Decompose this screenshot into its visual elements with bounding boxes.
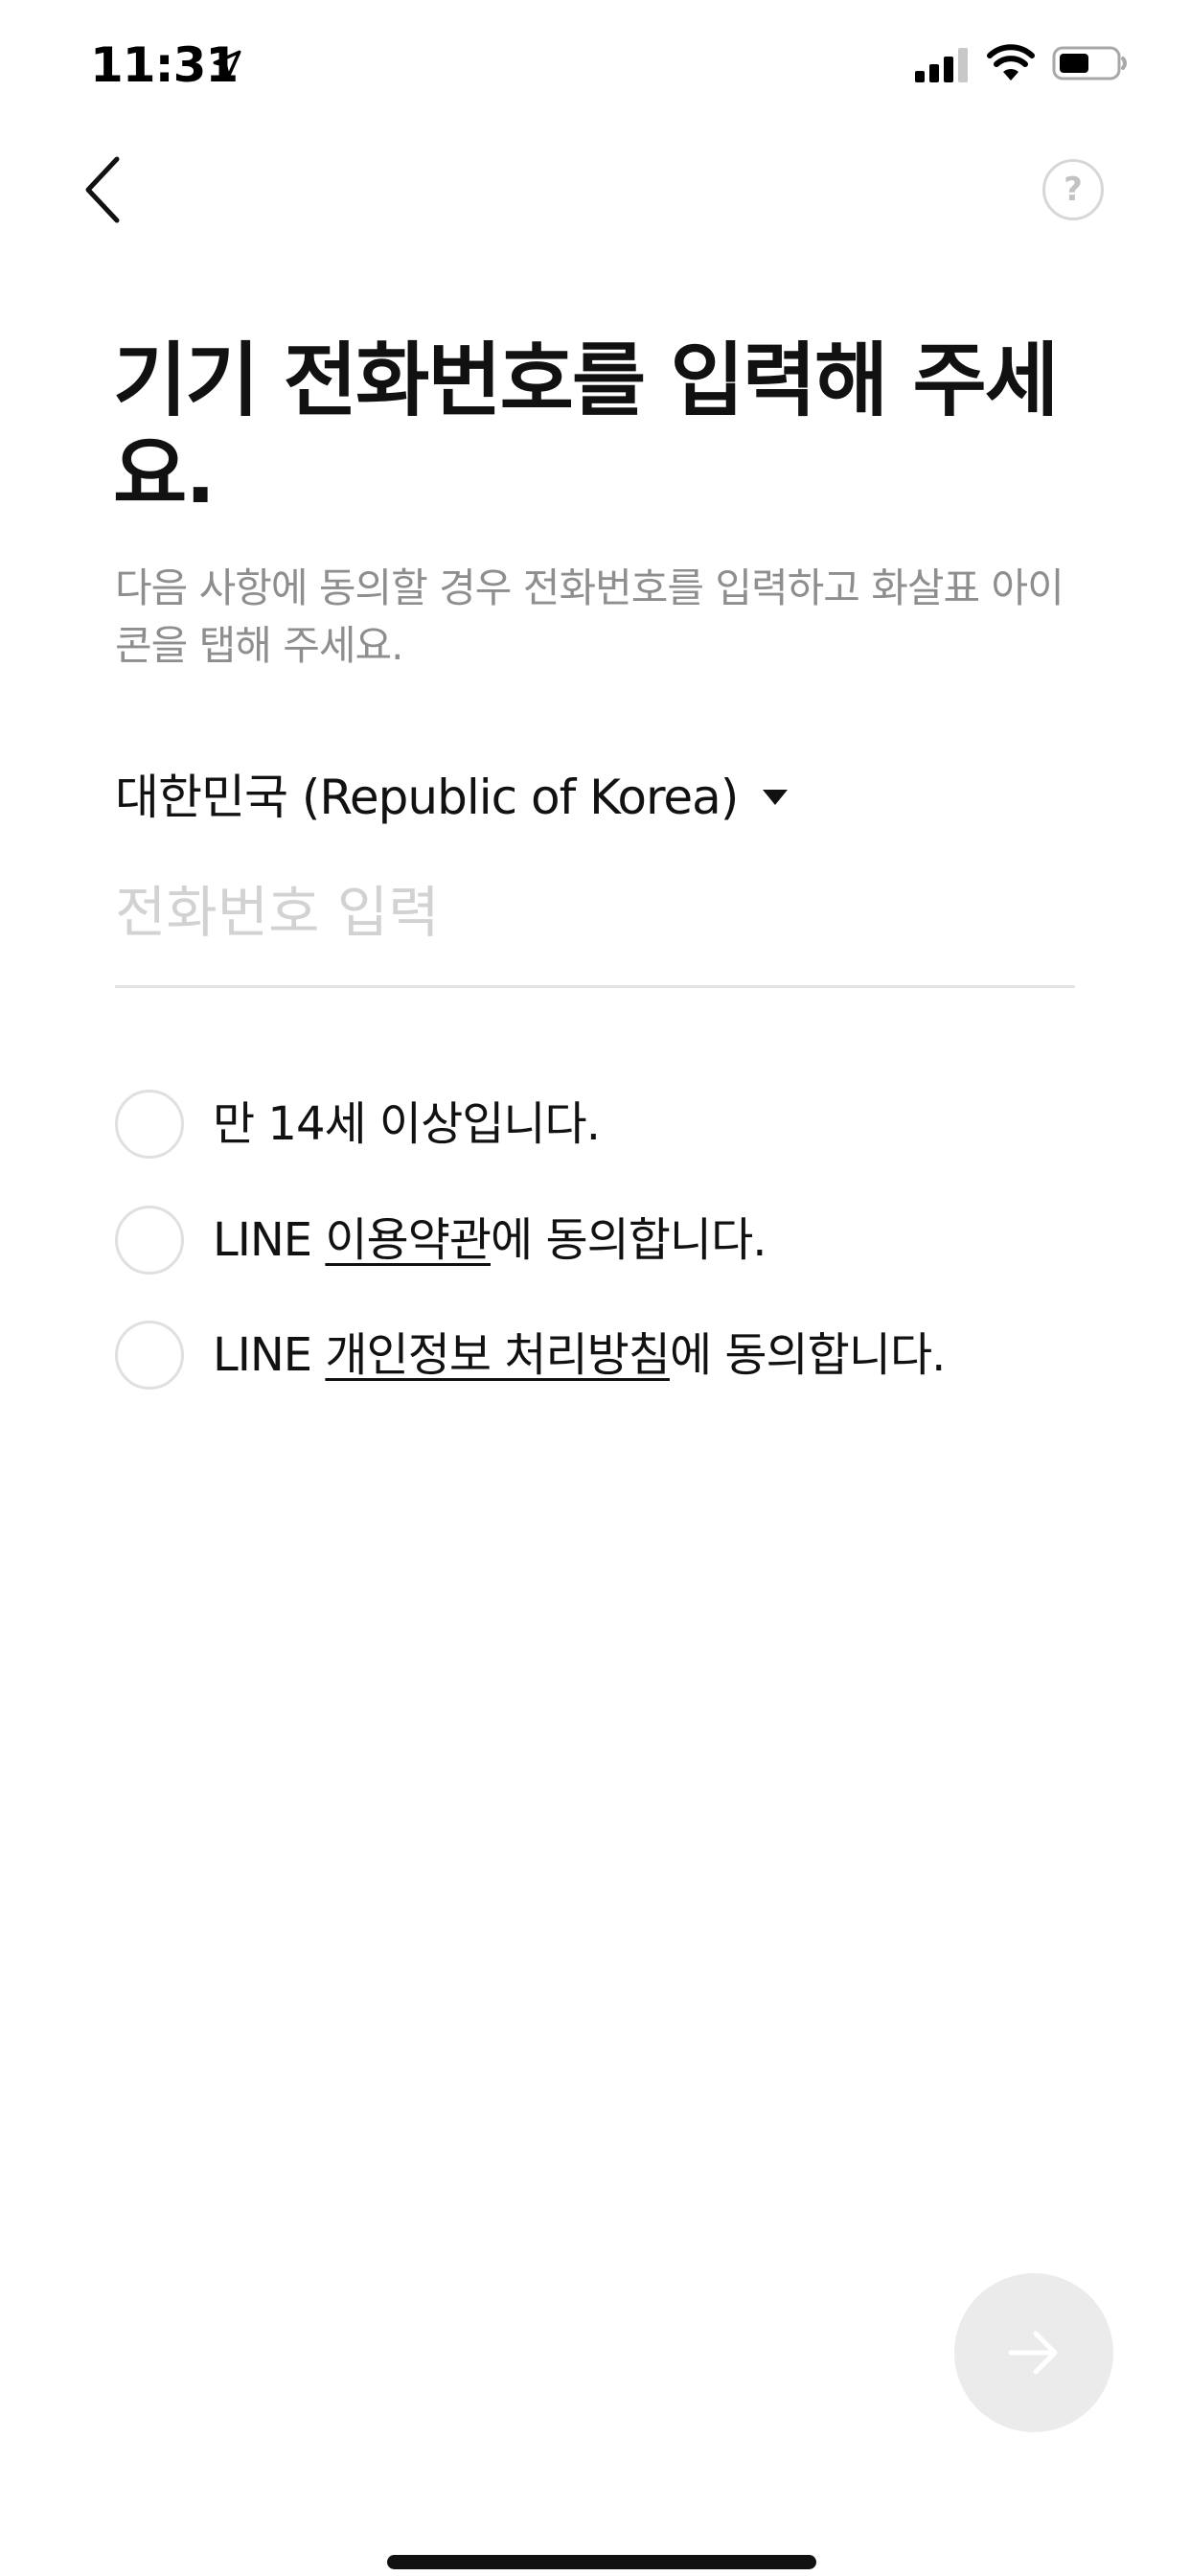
consent-terms-suffix: 에 동의합니다. [491, 1213, 767, 1267]
consent-age-text: 만 14세 이상입니다. [213, 1097, 601, 1151]
consent-privacy-text: LINE 개인정보 처리방침에 동의합니다. [213, 1324, 946, 1386]
home-indicator [387, 2555, 816, 2569]
consent-terms-text: LINE 이용약관에 동의합니다. [213, 1209, 767, 1271]
location-arrow-icon [213, 50, 241, 79]
privacy-policy-link[interactable]: 개인정보 처리방침 [325, 1328, 671, 1382]
country-label: 대한민국 (Republic of Korea) [115, 770, 739, 825]
consent-privacy-prefix: LINE [213, 1328, 326, 1382]
consent-privacy-suffix: 에 동의합니다. [669, 1328, 946, 1382]
page-title: 기기 전화번호를 입력해 주세요. [113, 334, 1059, 521]
chevron-left-icon [85, 156, 120, 223]
arrow-right-icon [1008, 2331, 1058, 2375]
consent-age-radio[interactable] [115, 1090, 184, 1159]
phone-number-input[interactable] [115, 868, 1075, 988]
terms-of-use-link[interactable]: 이용약관 [325, 1213, 492, 1267]
back-button[interactable] [75, 153, 132, 226]
wifi-icon [987, 44, 1035, 80]
battery-icon [1052, 46, 1127, 80]
page-subtitle: 다음 사항에 동의할 경우 전화번호를 입력하고 화살표 아이콘을 탭해 주세요… [115, 564, 1064, 669]
cellular-signal-icon [915, 48, 968, 82]
help-button[interactable]: ? [1042, 159, 1104, 220]
consent-age-item[interactable]: 만 14세 이상입니다. [115, 1088, 601, 1161]
next-button[interactable] [954, 2273, 1113, 2432]
consent-privacy-item[interactable]: LINE 개인정보 처리방침에 동의합니다. [115, 1319, 946, 1392]
consent-terms-item[interactable]: LINE 이용약관에 동의합니다. [115, 1204, 767, 1276]
caret-down-icon [763, 790, 789, 805]
consent-privacy-radio[interactable] [115, 1321, 184, 1390]
country-select[interactable]: 대한민국 (Republic of Korea) [115, 767, 789, 828]
consent-terms-prefix: LINE [213, 1213, 326, 1267]
consent-terms-radio[interactable] [115, 1206, 184, 1275]
status-bar: 11:31 [0, 0, 1190, 126]
